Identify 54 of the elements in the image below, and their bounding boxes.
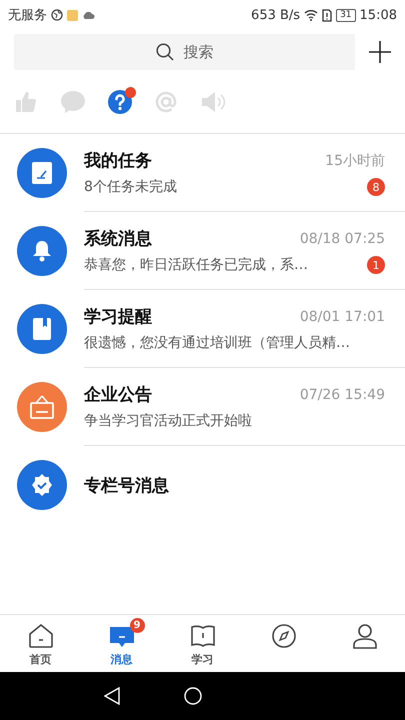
compass-icon	[270, 623, 296, 649]
thumbs-up-icon	[14, 90, 38, 114]
message-row[interactable]: 专栏号消息	[0, 446, 405, 524]
message-preview: 争当学习官活动正式开始啦	[84, 412, 252, 430]
message-title: 系统消息	[84, 228, 152, 250]
search-field[interactable]: 搜索	[14, 34, 355, 70]
message-preview: 8个任务未完成	[84, 178, 177, 196]
message-row[interactable]: 企业公告 07/26 15:49 争当学习官活动正式开始啦	[0, 368, 405, 446]
signboard-icon	[29, 395, 55, 419]
add-button[interactable]	[369, 41, 391, 63]
message-time: 08/18 07:25	[300, 230, 385, 246]
message-time: 15小时前	[325, 152, 385, 170]
note-icon	[32, 162, 52, 184]
network-speed-text: 653 B/s	[251, 8, 300, 22]
speaker-icon	[200, 90, 226, 114]
message-time: 07/26 15:49	[300, 386, 385, 402]
message-title: 我的任务	[84, 150, 152, 172]
at-sign-icon	[154, 90, 178, 114]
home-button[interactable]	[184, 687, 202, 705]
cloud-icon	[82, 11, 95, 19]
clock-text: 15:08	[360, 8, 397, 22]
carrier-text: 无服务	[8, 7, 47, 24]
circle-icon	[184, 687, 202, 705]
unread-count: 1	[367, 256, 385, 274]
message-row[interactable]: 系统消息 08/18 07:25 恭喜您，昨日活跃任务已完成，系… 1	[0, 212, 405, 290]
verified-badge-icon	[30, 473, 54, 497]
battery-indicator: 31	[336, 8, 356, 22]
wifi-icon	[304, 9, 318, 21]
plus-icon	[369, 41, 391, 63]
message-title: 企业公告	[84, 384, 152, 406]
message-row[interactable]: 我的任务 15小时前 8个任务未完成 8	[0, 134, 405, 212]
back-icon	[104, 687, 120, 705]
home-icon	[28, 623, 54, 649]
book-icon	[33, 318, 51, 340]
unread-count: 9	[130, 618, 144, 633]
speech-bubble-icon	[60, 90, 86, 114]
person-icon	[352, 623, 378, 649]
bell-icon	[32, 240, 52, 262]
back-button[interactable]	[104, 687, 120, 705]
nav-tab[interactable]: 9 消息	[81, 615, 162, 672]
message-preview: 恭喜您，昨日活跃任务已完成，系…	[84, 256, 308, 274]
message-time: 08/01 17:01	[300, 308, 385, 324]
question-icon	[108, 90, 132, 114]
search-icon	[156, 43, 174, 61]
nav-tab[interactable]: 首页	[0, 615, 81, 672]
message-title: 学习提醒	[84, 306, 152, 328]
book-icon	[190, 623, 216, 649]
message-preview: 很遗憾，您没有通过培训班（管理人员精…	[84, 334, 350, 352]
notification-icon	[67, 10, 78, 20]
sim-icon	[322, 8, 332, 22]
unread-count: 8	[367, 178, 385, 196]
message-title: 专栏号消息	[84, 474, 169, 496]
nav-tab[interactable]: 学习	[162, 615, 243, 672]
message-row[interactable]: 学习提醒 08/01 17:01 很遗憾，您没有通过培训班（管理人员精…	[0, 290, 405, 368]
